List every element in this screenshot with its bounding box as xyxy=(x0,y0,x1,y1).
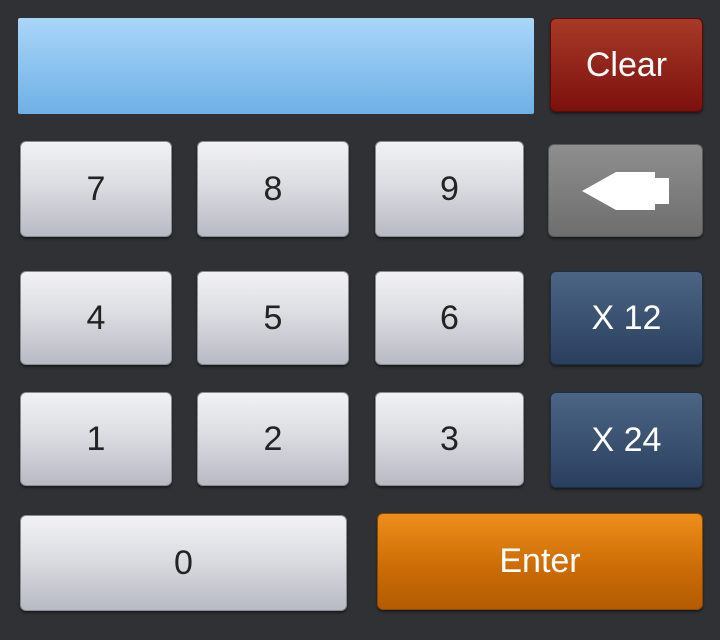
enter-button[interactable]: Enter xyxy=(377,513,703,610)
backspace-button[interactable] xyxy=(548,144,703,237)
clear-button[interactable]: Clear xyxy=(550,18,703,112)
key-4-button[interactable]: 4 xyxy=(20,271,172,365)
key-9-button[interactable]: 9 xyxy=(375,141,524,237)
key-0-button[interactable]: 0 xyxy=(20,515,347,611)
left-arrow-icon xyxy=(581,171,669,210)
key-2-button[interactable]: 2 xyxy=(197,392,349,486)
display-field[interactable] xyxy=(18,18,534,114)
key-8-button[interactable]: 8 xyxy=(197,141,349,237)
key-1-button[interactable]: 1 xyxy=(20,392,172,486)
key-7-button[interactable]: 7 xyxy=(20,141,172,237)
times-12-button[interactable]: X 12 xyxy=(550,271,703,365)
key-6-button[interactable]: 6 xyxy=(375,271,524,365)
key-3-button[interactable]: 3 xyxy=(375,392,524,486)
times-24-button[interactable]: X 24 xyxy=(550,392,703,488)
key-5-button[interactable]: 5 xyxy=(197,271,349,365)
numeric-keypad: Clear 7 8 9 4 5 6 X 12 1 2 3 X 24 0 Ente… xyxy=(0,0,720,640)
